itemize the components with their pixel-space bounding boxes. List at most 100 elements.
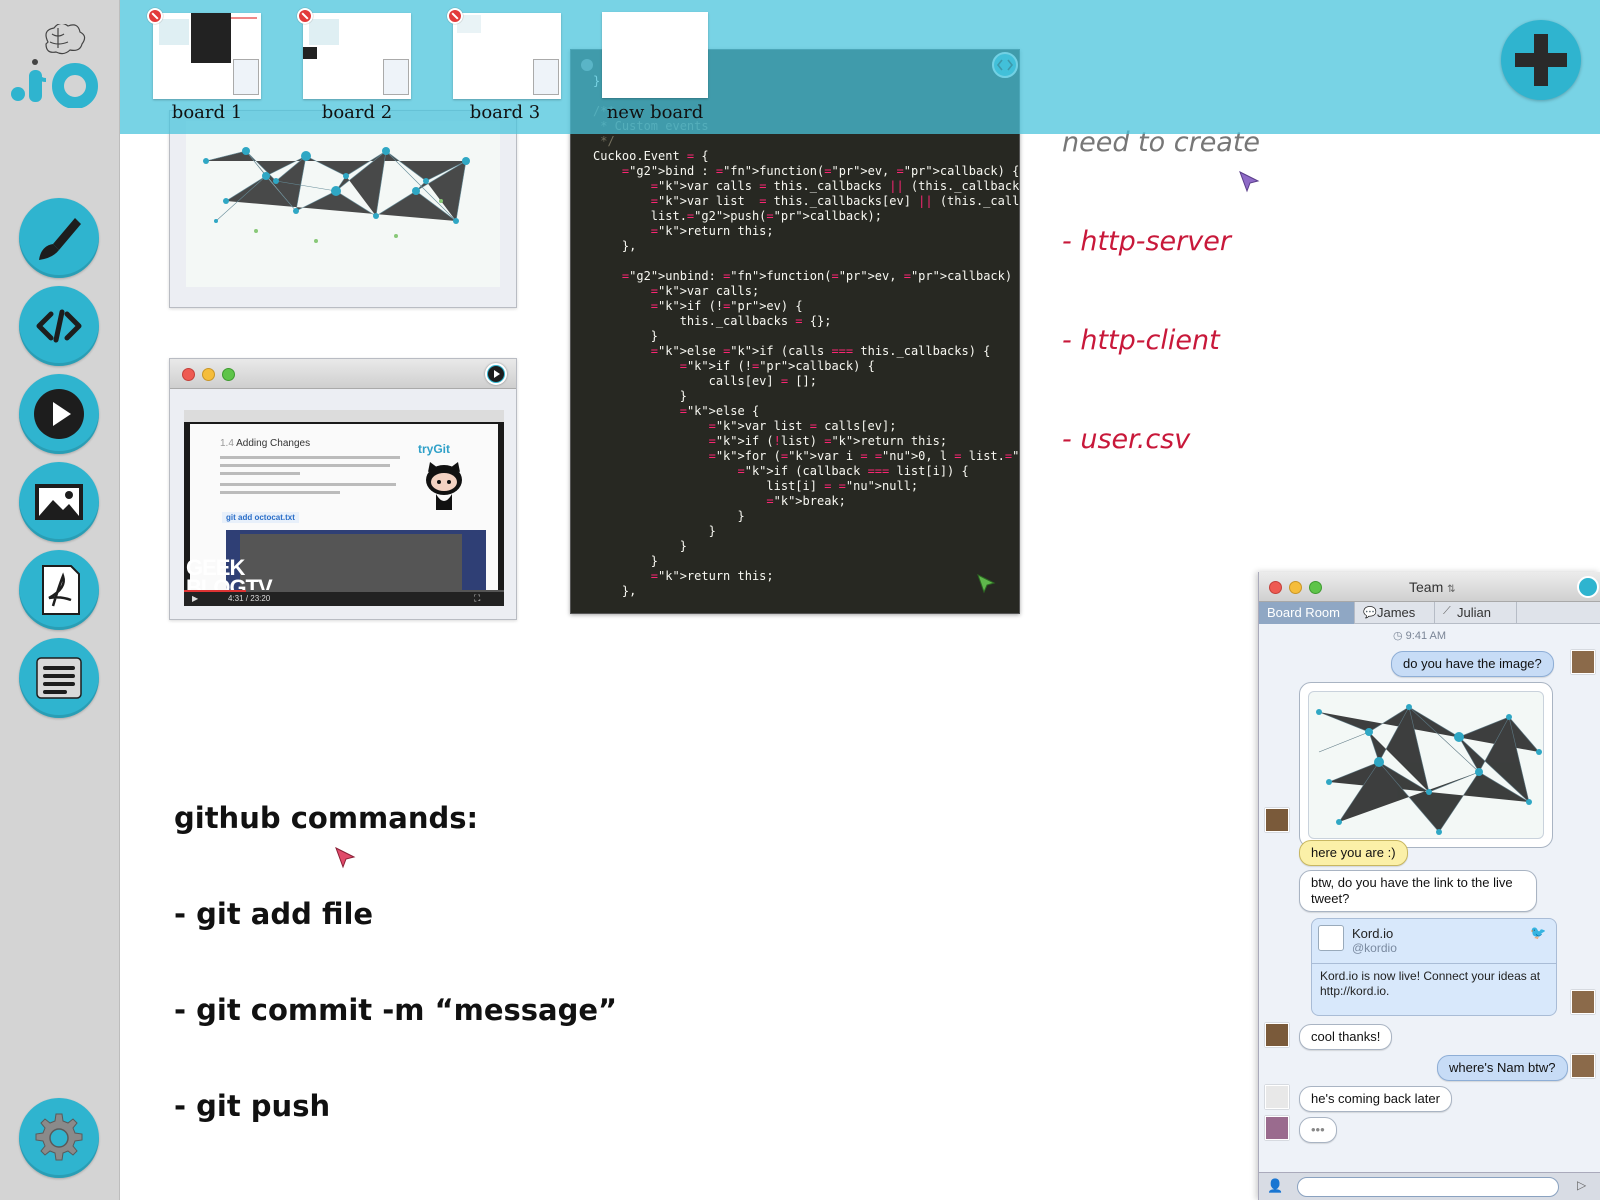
avatar [1265, 1116, 1289, 1140]
trend-icon: ⟋ [1443, 605, 1451, 617]
board-thumb-new[interactable] [602, 12, 708, 98]
tab-board-room[interactable]: Board Room [1259, 602, 1355, 624]
video-tool-button[interactable] [19, 374, 99, 454]
message-bubble: btw, do you have the link to the live tw… [1299, 870, 1537, 912]
chat-panel: Team ⇅ Board Room James Julian 💬 ⟋ ◷ 9:4… [1258, 572, 1600, 1200]
code-line: ="k">break; [766, 494, 846, 508]
gear-icon [35, 1113, 83, 1161]
git-item: - git commit -m “message” [174, 993, 618, 1027]
lesson-text-block [220, 456, 410, 494]
video-card[interactable]: 1.4 Adding Changes tryGit git add octoca… [169, 358, 517, 620]
message-bubble: do you have the image? [1391, 651, 1554, 677]
play-badge-icon[interactable] [485, 363, 507, 385]
code-line: ="k">var calls = this._callbacks || (thi… [650, 179, 1020, 193]
board-1-close-icon[interactable] [147, 8, 163, 24]
tweet-handle: @kordio [1352, 941, 1397, 955]
avatar [1571, 1054, 1595, 1078]
code-line: this._callbacks = {}; [593, 314, 832, 328]
board-label-1[interactable]: board 1 [142, 102, 272, 123]
video-controls[interactable]: ▶ 4:31 / 23:20 ⛶ [184, 590, 504, 606]
code-line: ="k">if (!list) ="k">return this; [708, 434, 948, 448]
code-line: ="g2">unbind: ="fn">function(="pr">ev, =… [621, 269, 1020, 283]
code-line: } [593, 329, 659, 343]
code-editor[interactable]: } /** * Custom events */Cuckoo.Event = {… [593, 74, 1020, 599]
chat-title: Team [1409, 579, 1444, 595]
new-board-label[interactable]: new board [590, 102, 720, 123]
git-note-title: github commands: [174, 801, 479, 835]
message-bubble: he's coming back later [1299, 1086, 1452, 1112]
shared-network-image [1308, 691, 1544, 839]
code-line: } [593, 539, 687, 553]
trygit-brand: tryGit [418, 442, 451, 456]
code-line: list[i] = ="nu">null; [593, 479, 919, 493]
code-line: } [593, 389, 687, 403]
chat-bubble-icon[interactable] [1577, 576, 1599, 598]
code-line: ="k">else { [679, 404, 760, 418]
image-message[interactable] [1299, 682, 1553, 848]
text-tool-button[interactable] [19, 638, 99, 718]
play-control-icon[interactable]: ▶ [192, 594, 198, 603]
board-bar: board 1 board 2 board 3 new board [120, 0, 1600, 134]
close-window-dot[interactable] [182, 368, 195, 381]
todo-item: - http-server [1062, 226, 1231, 257]
pdf-icon [42, 565, 80, 615]
code-line: ="k">if (!="pr">ev) { [650, 299, 803, 313]
git-item: - git add file [174, 897, 374, 931]
chat-maximize-dot[interactable] [1309, 581, 1322, 594]
terminal-window [240, 534, 462, 590]
video-player[interactable]: 1.4 Adding Changes tryGit git add octoca… [184, 410, 504, 606]
video-progress-fill [184, 590, 246, 592]
chat-timestamp: ◷ 9:41 AM [1393, 630, 1447, 642]
settings-button[interactable] [19, 1098, 99, 1178]
avatar [1265, 1023, 1289, 1047]
board-label-3[interactable]: board 3 [440, 102, 570, 123]
avatar [1571, 990, 1595, 1014]
code-tool-button[interactable] [19, 286, 99, 366]
lesson-number: 1.4 [220, 438, 234, 449]
image-card[interactable] [169, 110, 517, 308]
code-line: ="k">for (="k">var i = ="nu">0, l = list… [708, 449, 1020, 463]
network-graph-image [186, 121, 500, 287]
code-line: ="k">var calls; [650, 284, 760, 298]
contact-add-icon[interactable]: 👤 [1267, 1178, 1283, 1194]
maximize-window-dot[interactable] [222, 368, 235, 381]
code-line: ="g2">bind : ="fn">function(="pr">ev, ="… [621, 164, 1020, 178]
minimize-window-dot[interactable] [202, 368, 215, 381]
code-line: ="k">if (!="pr">callback) { [679, 359, 875, 373]
chat-close-dot[interactable] [1269, 581, 1282, 594]
todo-item: - user.csv [1062, 424, 1191, 455]
code-line: ="k">var list = this._callbacks[ev] || (… [650, 194, 1020, 208]
code-line: } [593, 509, 745, 523]
send-icon[interactable]: ▷ [1577, 1178, 1586, 1192]
browser-tabs-strip [184, 410, 504, 422]
image-tool-button[interactable] [19, 462, 99, 542]
chat-room-select[interactable]: Team ⇅ [1409, 579, 1456, 595]
code-line: list.="g2">push(="pr">callback); [593, 209, 883, 223]
pdf-tool-button[interactable] [19, 550, 99, 630]
chat-message-input[interactable] [1297, 1177, 1559, 1197]
clock-icon: ◷ [1393, 630, 1403, 642]
board-thumb-3[interactable] [453, 13, 561, 99]
fullscreen-icon[interactable]: ⛶ [474, 593, 480, 604]
git-command-chip: git add octocat.txt [222, 512, 299, 523]
tweet-card[interactable]: Kord.io @kordio 🐦 Kord.io is now live! C… [1311, 918, 1557, 1016]
octocat-icon [418, 460, 470, 512]
speech-icon: 💬 [1363, 607, 1377, 619]
lesson-title: Adding Changes [236, 438, 311, 449]
board-label-2[interactable]: board 2 [292, 102, 422, 123]
board-2-close-icon[interactable] [297, 8, 313, 24]
board-3-close-icon[interactable] [447, 8, 463, 24]
board-thumb-1[interactable] [153, 13, 261, 99]
brush-tool-button[interactable] [19, 198, 99, 278]
add-board-button[interactable] [1501, 20, 1581, 100]
code-line: calls[ev] = []; [593, 374, 817, 388]
chat-input-bar: 👤 ▷ [1259, 1172, 1600, 1200]
tweet-avatar-icon [1318, 925, 1344, 951]
avatar [1571, 650, 1595, 674]
message-bubble: here you are :) [1299, 840, 1408, 866]
chat-minimize-dot[interactable] [1289, 581, 1302, 594]
brush-icon [39, 218, 81, 260]
code-line: ="k">var list = calls[ev]; [708, 419, 897, 433]
git-note[interactable]: github commands: - git add file - git co… [174, 738, 617, 1186]
board-thumb-2[interactable] [303, 13, 411, 99]
